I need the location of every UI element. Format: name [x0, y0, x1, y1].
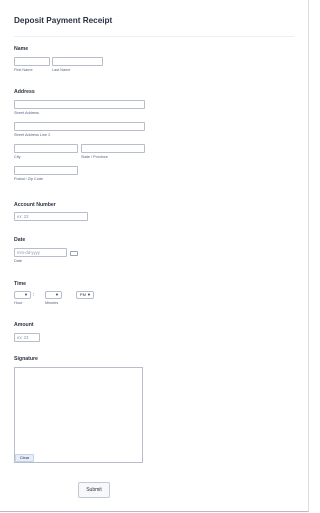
form-title: Deposit Payment Receipt	[14, 16, 113, 25]
signature-pad[interactable]	[14, 367, 143, 463]
date-input[interactable]: mm-dd-yyyy	[14, 248, 67, 257]
zip-input[interactable]	[14, 166, 78, 175]
chevron-down-icon: ▼	[24, 292, 28, 297]
calendar-icon[interactable]	[70, 251, 78, 256]
submit-button[interactable]: Submit	[78, 482, 110, 498]
chevron-down-icon: ▼	[55, 292, 59, 297]
clear-signature-button[interactable]: Clear	[15, 454, 34, 462]
time-separator: :	[33, 292, 35, 298]
first-name-input[interactable]	[14, 57, 50, 66]
ampm-value: PM	[79, 292, 86, 297]
street-address-line2-input[interactable]	[14, 122, 145, 131]
title-divider	[14, 36, 294, 37]
account-number-input[interactable]: ex: 23	[14, 212, 88, 221]
state-sublabel: State / Province	[81, 155, 108, 159]
zip-sublabel: Postal / Zip Code	[14, 177, 44, 181]
last-name-input[interactable]	[52, 57, 103, 66]
first-name-sublabel: First Name	[14, 68, 33, 72]
ampm-select[interactable]: PM ▼	[76, 291, 94, 299]
street-address-line2-sublabel: Street Address Line 2	[14, 133, 51, 137]
minutes-select[interactable]: ▼	[45, 291, 62, 299]
form-container: Deposit Payment Receipt Name First Name …	[0, 0, 309, 512]
time-label: Time	[14, 281, 27, 287]
amount-label: Amount	[14, 322, 34, 328]
account-number-label: Account Number	[14, 202, 56, 208]
last-name-sublabel: Last Name	[52, 68, 71, 72]
city-input[interactable]	[14, 144, 78, 153]
city-sublabel: City	[14, 155, 21, 159]
chevron-down-icon: ▼	[87, 292, 91, 297]
street-address-input[interactable]	[14, 100, 145, 109]
state-input[interactable]	[81, 144, 145, 153]
address-label: Address	[14, 89, 35, 95]
amount-input[interactable]: ex: 23	[14, 333, 40, 342]
street-address-sublabel: Street Address	[14, 111, 39, 115]
date-label: Date	[14, 237, 26, 243]
signature-label: Signature	[14, 356, 38, 362]
minutes-sublabel: Minutes	[45, 301, 59, 305]
date-sublabel: Date	[14, 259, 23, 263]
name-label: Name	[14, 46, 29, 52]
hour-select[interactable]: ▼	[14, 291, 31, 299]
hour-sublabel: Hour	[14, 301, 23, 305]
